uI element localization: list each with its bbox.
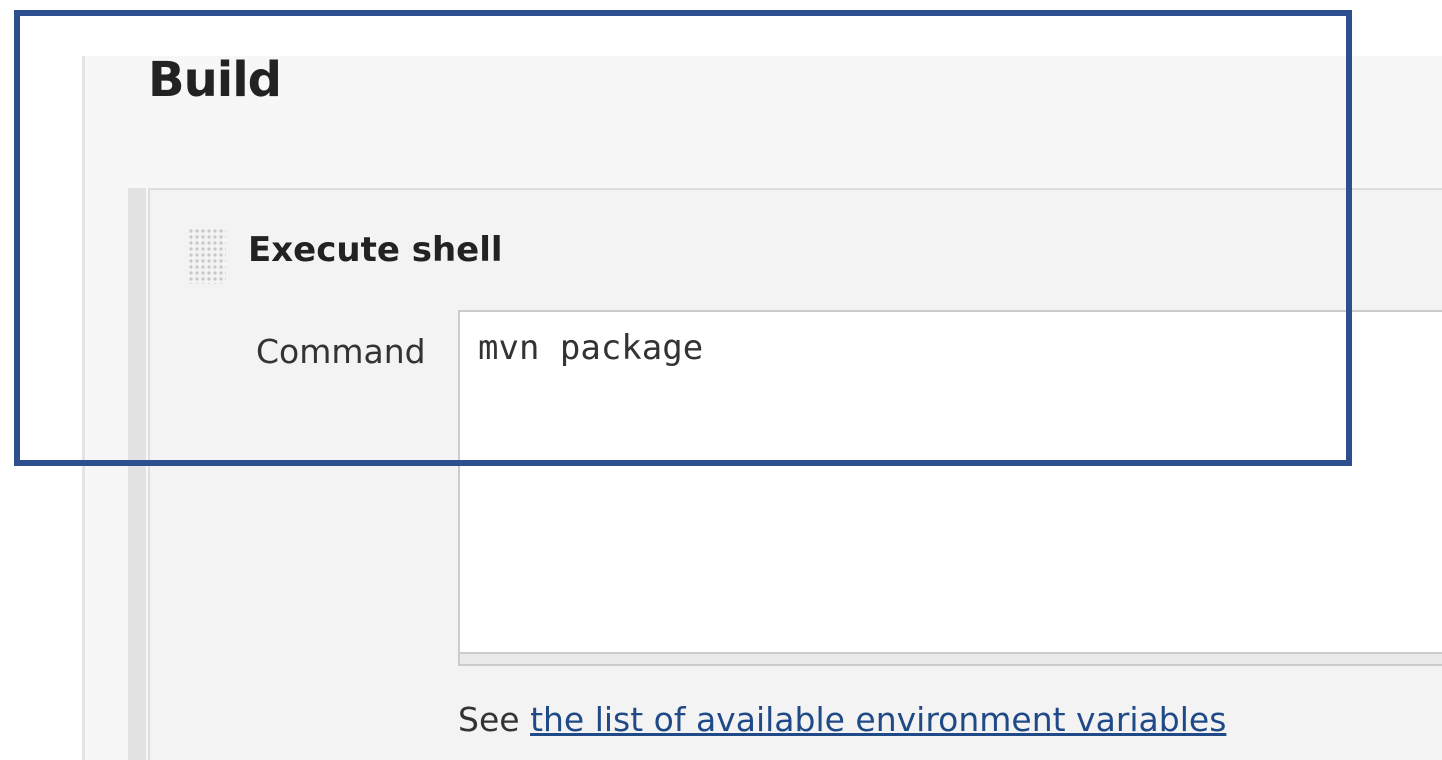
textarea-resize-handle[interactable] [458,652,1442,666]
command-label: Command [256,332,426,371]
section-title: Build [148,52,282,108]
build-step-title: Execute shell [248,230,503,270]
env-vars-help: See the list of available environment va… [458,700,1226,739]
command-textarea[interactable]: mvn package [458,310,1442,654]
env-vars-link[interactable]: the list of available environment variab… [530,700,1226,739]
build-step-rail [128,188,146,760]
drag-handle-icon[interactable] [188,228,226,284]
jenkins-build-config: Build Execute shell Command mvn package … [0,0,1442,760]
help-prefix: See [458,700,520,739]
